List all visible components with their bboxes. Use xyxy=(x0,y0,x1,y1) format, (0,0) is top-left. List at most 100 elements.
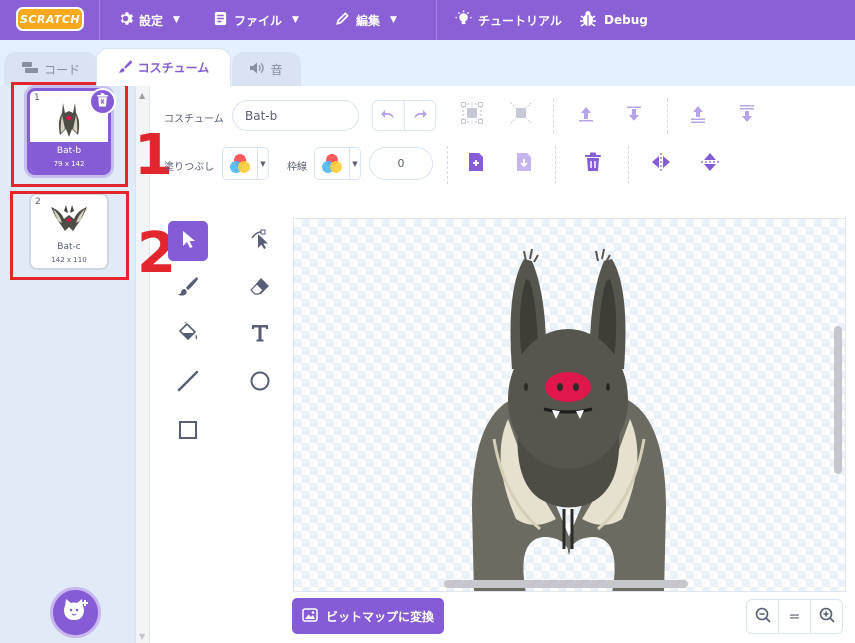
copy-button[interactable] xyxy=(463,151,489,177)
undo-redo-group xyxy=(372,100,436,131)
menu-divider xyxy=(436,0,437,40)
editor-tabs: コード コスチューム 音 xyxy=(0,40,855,86)
ungroup-button[interactable] xyxy=(508,102,534,128)
scroll-up-arrow[interactable]: ▲ xyxy=(139,91,145,100)
zoom-reset-button[interactable]: = xyxy=(778,600,810,633)
send-to-back-icon xyxy=(737,104,757,128)
scroll-down-arrow[interactable]: ▼ xyxy=(139,632,145,641)
paste-button[interactable] xyxy=(511,151,537,177)
undo-icon xyxy=(380,106,396,125)
front-button[interactable] xyxy=(686,104,710,128)
back-button[interactable] xyxy=(735,104,759,128)
zoom-controls: = xyxy=(746,599,843,634)
file-menu[interactable]: ファイル ▼ xyxy=(213,0,299,40)
edit-menu[interactable]: 編集 ▼ xyxy=(335,0,397,40)
text-icon xyxy=(250,323,270,347)
pencil-icon xyxy=(335,11,350,29)
undo-button[interactable] xyxy=(373,101,404,130)
convert-to-bitmap-label: ビットマップに変換 xyxy=(325,609,434,624)
settings-menu[interactable]: 設定 ▼ xyxy=(118,0,180,40)
toolbar-divider xyxy=(555,146,556,184)
reshape-tool[interactable] xyxy=(240,221,280,261)
outline-label: 枠線 xyxy=(287,162,307,173)
outline-width-input[interactable]: 0 xyxy=(369,147,433,180)
chevron-down-icon: ▼ xyxy=(257,148,268,179)
chevron-down-icon: ▼ xyxy=(349,148,360,179)
color-swatch-icon xyxy=(315,148,349,179)
move-forward-icon xyxy=(576,104,596,128)
menu-divider xyxy=(99,0,100,40)
brush-icon xyxy=(118,59,133,76)
line-tool[interactable] xyxy=(168,363,208,403)
bat-costume-drawing xyxy=(472,248,666,591)
edit-label: 編集 xyxy=(356,13,381,28)
debug-label: Debug xyxy=(604,13,648,27)
rectangle-tool[interactable] xyxy=(168,412,208,452)
brush-icon xyxy=(177,275,199,301)
redo-button[interactable] xyxy=(403,101,436,130)
gear-icon xyxy=(118,11,133,29)
eraser-tool[interactable] xyxy=(240,268,280,308)
fill-color-picker[interactable]: ▼ xyxy=(222,147,269,180)
text-tool[interactable] xyxy=(240,315,280,355)
move-backward-icon xyxy=(624,104,644,128)
chevron-down-icon: ▼ xyxy=(390,15,397,25)
chevron-down-icon: ▼ xyxy=(173,15,180,25)
tab-code[interactable]: コード xyxy=(4,52,98,86)
canvas-vertical-scrollbar[interactable] xyxy=(834,326,842,474)
select-tool[interactable] xyxy=(168,221,208,261)
paint-canvas[interactable] xyxy=(293,218,846,592)
flip-vertical-button[interactable] xyxy=(697,151,723,177)
lightbulb-icon xyxy=(455,10,472,30)
settings-label: 設定 xyxy=(139,13,164,28)
tab-sounds[interactable]: 音 xyxy=(232,52,301,86)
canvas-horizontal-scrollbar[interactable] xyxy=(444,580,688,588)
toolbar-divider xyxy=(447,146,448,184)
brush-tool[interactable] xyxy=(168,268,208,308)
scratch-logo[interactable]: SCRATCH xyxy=(16,7,84,31)
code-blocks-icon xyxy=(21,62,38,77)
image-icon xyxy=(302,607,318,625)
backward-button[interactable] xyxy=(622,104,646,128)
annotation-box-2 xyxy=(10,191,129,280)
tutorial-menu[interactable]: チュートリアル xyxy=(455,0,562,40)
group-icon xyxy=(461,102,483,128)
flip-horizontal-icon xyxy=(650,152,672,176)
zoom-in-button[interactable] xyxy=(810,600,842,633)
chevron-down-icon: ▼ xyxy=(292,15,299,25)
tab-costumes[interactable]: コスチューム xyxy=(96,48,231,86)
toolbar-divider xyxy=(628,146,629,184)
file-icon xyxy=(213,11,228,29)
paint-bucket-icon xyxy=(177,320,199,348)
zoom-out-button[interactable] xyxy=(747,600,778,633)
circle-tool[interactable] xyxy=(240,363,280,403)
ungroup-icon xyxy=(510,102,532,128)
reshape-icon xyxy=(249,228,271,254)
trash-icon xyxy=(584,152,602,176)
fill-tool[interactable] xyxy=(168,315,208,355)
fill-label: 塗りつぶし xyxy=(164,162,215,173)
costume-name-label: コスチューム xyxy=(164,114,224,125)
outline-color-picker[interactable]: ▼ xyxy=(314,147,361,180)
bring-to-front-icon xyxy=(688,104,708,128)
forward-button[interactable] xyxy=(574,104,598,128)
cat-add-icon xyxy=(62,598,90,628)
debug-menu[interactable]: Debug xyxy=(578,0,648,40)
flip-vertical-icon xyxy=(700,151,720,177)
costume-name-input[interactable]: Bat-b xyxy=(232,100,359,131)
color-swatch-icon xyxy=(223,148,257,179)
rectangle-icon xyxy=(177,419,199,445)
toolbar-divider xyxy=(667,99,668,133)
delete-button[interactable] xyxy=(580,151,606,177)
add-costume-button[interactable] xyxy=(50,587,101,638)
paste-icon xyxy=(514,151,534,177)
flip-horizontal-button[interactable] xyxy=(648,151,674,177)
convert-to-bitmap-button[interactable]: ビットマップに変換 xyxy=(292,598,444,634)
arrow-cursor-icon xyxy=(179,229,197,253)
annotation-marker-1: 1 xyxy=(134,123,173,188)
bug-icon xyxy=(578,9,598,32)
line-icon xyxy=(177,370,199,396)
group-button[interactable] xyxy=(459,102,485,128)
toolbar-divider xyxy=(553,99,554,133)
circle-icon xyxy=(249,370,271,396)
